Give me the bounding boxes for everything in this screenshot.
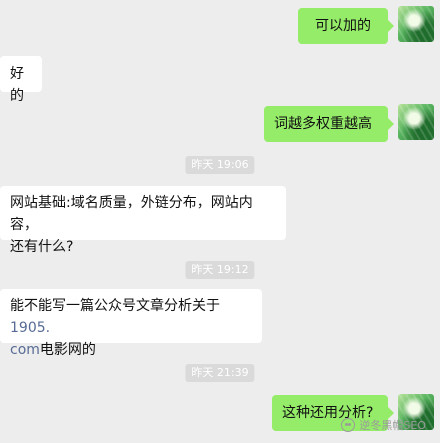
user-avatar[interactable] <box>398 104 434 140</box>
user-avatar[interactable] <box>398 6 434 42</box>
message-text: 词越多权重越高 <box>274 116 372 132</box>
message-text: 可以加的 <box>315 18 371 34</box>
message-bubble-received[interactable]: 好的 <box>0 56 42 104</box>
message-text-line1: 能不能写一篇公众号文章分析关于 1905. <box>10 295 252 339</box>
wechat-logo-icon <box>341 418 356 432</box>
message-text-line1: 网站基础:域名质量，外链分布，网站内容， <box>10 195 253 233</box>
message-text: 好的 <box>10 66 24 104</box>
chat-window: 可以加的 好的 词越多权重越高 昨天 19:06 网站基础:域名质量，外链分布，… <box>0 0 440 443</box>
message-bubble-received[interactable]: 网站基础:域名质量，外链分布，网站内容， 还有什么? <box>0 186 286 255</box>
message-text-line2: com电影网的 <box>10 339 252 361</box>
watermark-text: 逆冬黑帽SEO <box>359 419 426 432</box>
timestamp: 昨天 21:39 <box>185 364 255 382</box>
message-bubble-sent[interactable]: 词越多权重越高 <box>264 106 394 142</box>
message-text: 电影网的 <box>39 342 96 358</box>
watermark: 逆冬黑帽SEO <box>341 417 426 433</box>
message-bubble-received[interactable]: 能不能写一篇公众号文章分析关于 1905. com电影网的 <box>0 289 262 358</box>
timestamp: 昨天 19:06 <box>185 156 255 174</box>
message-text: 能不能写一篇公众号文章分析关于 <box>10 298 220 314</box>
timestamp: 昨天 19:12 <box>185 261 255 279</box>
website-link[interactable]: 1905. <box>10 320 50 336</box>
message-bubble-sent[interactable]: 可以加的 <box>298 8 394 44</box>
message-text-line2: 还有什么? <box>10 239 74 255</box>
website-link[interactable]: com <box>10 342 40 358</box>
